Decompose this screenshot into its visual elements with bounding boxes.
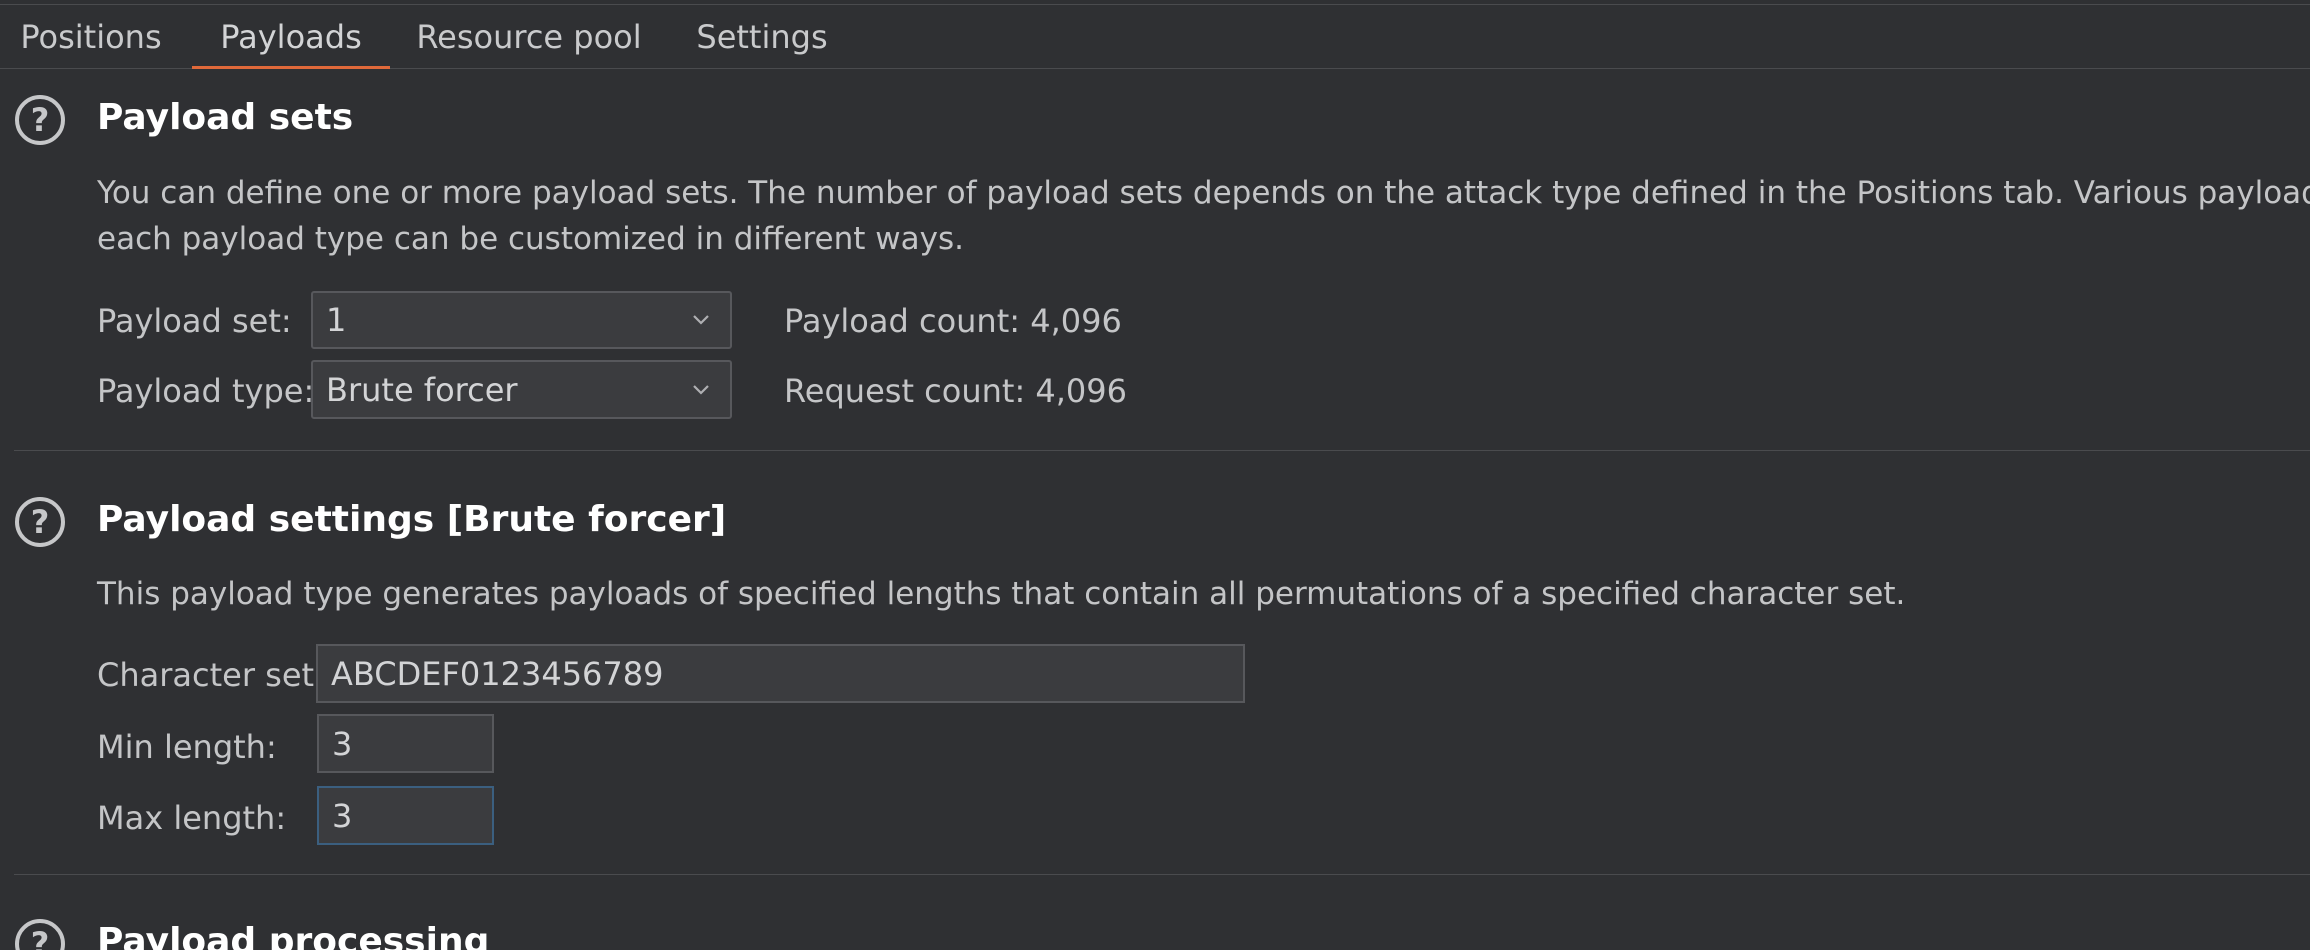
payload-type-label: Payload type: bbox=[97, 372, 315, 410]
top-border bbox=[0, 4, 2310, 5]
payload-set-select[interactable]: 1 bbox=[311, 291, 732, 349]
payload-settings-title: Payload settings [Brute forcer] bbox=[97, 499, 727, 540]
character-set-value: ABCDEF0123456789 bbox=[331, 654, 664, 693]
tab-settings[interactable]: Settings bbox=[672, 6, 852, 68]
intruder-payloads-panel: Positions Payloads Resource pool Setting… bbox=[0, 0, 2310, 950]
help-icon[interactable]: ? bbox=[15, 497, 65, 547]
payload-type-value: Brute forcer bbox=[326, 370, 518, 409]
payload-sets-description-line2: each payload type can be customized in d… bbox=[97, 221, 964, 257]
max-length-value: 3 bbox=[332, 796, 353, 835]
payload-count: Payload count: 4,096 bbox=[784, 302, 1122, 340]
chevron-down-icon bbox=[693, 384, 709, 395]
min-length-input[interactable]: 3 bbox=[317, 714, 494, 773]
help-icon[interactable]: ? bbox=[15, 95, 65, 145]
character-set-label: Character set: bbox=[97, 656, 325, 694]
tab-resource-pool[interactable]: Resource pool bbox=[400, 6, 658, 68]
max-length-label: Max length: bbox=[97, 799, 287, 837]
payload-settings-description: This payload type generates payloads of … bbox=[97, 576, 1906, 612]
payload-sets-title: Payload sets bbox=[97, 97, 354, 138]
chevron-down-icon bbox=[693, 315, 709, 325]
payload-set-label: Payload set: bbox=[97, 302, 292, 340]
max-length-input[interactable]: 3 bbox=[317, 786, 494, 845]
request-count: Request count: 4,096 bbox=[784, 372, 1127, 410]
min-length-value: 3 bbox=[332, 724, 353, 763]
payload-processing-title: Payload processing bbox=[97, 921, 490, 950]
tab-bar: Positions Payloads Resource pool Setting… bbox=[0, 6, 2310, 69]
tab-positions[interactable]: Positions bbox=[0, 6, 182, 68]
section-divider bbox=[14, 874, 2310, 875]
payload-set-value: 1 bbox=[326, 301, 347, 339]
payload-type-select[interactable]: Brute forcer bbox=[311, 360, 732, 419]
section-divider bbox=[14, 450, 2310, 451]
tab-payloads[interactable]: Payloads bbox=[192, 6, 390, 69]
min-length-label: Min length: bbox=[97, 728, 277, 766]
character-set-input[interactable]: ABCDEF0123456789 bbox=[316, 644, 1245, 703]
help-icon[interactable]: ? bbox=[15, 919, 65, 950]
